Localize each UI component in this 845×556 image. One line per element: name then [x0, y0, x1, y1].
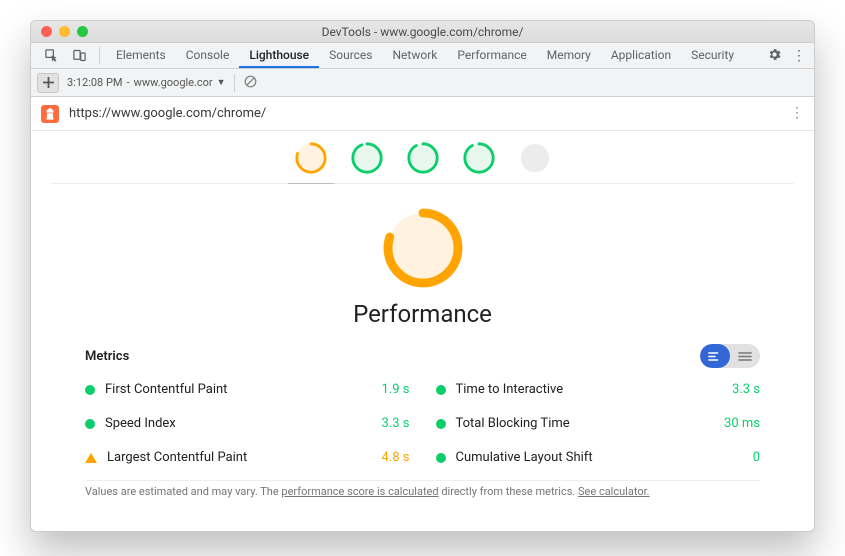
- pass-icon: [436, 385, 446, 395]
- metric-row: Total Blocking Time 30 ms: [436, 406, 761, 440]
- lighthouse-toolbar: 3:12:08 PM - www.google.cor ▼: [31, 69, 814, 97]
- metric-value: 3.3 s: [732, 382, 760, 397]
- metric-row: Time to Interactive 3.3 s: [436, 372, 761, 406]
- panel-tab-memory[interactable]: Memory: [537, 43, 601, 68]
- lighthouse-icon: [41, 105, 59, 123]
- metric-row: Cumulative Layout Shift 0: [436, 440, 761, 474]
- window-title: DevTools - www.google.com/chrome/: [31, 25, 814, 39]
- devtools-window: DevTools - www.google.com/chrome/ Elemen…: [30, 20, 815, 532]
- report-host: www.google.cor: [134, 76, 213, 89]
- panel-tab-network[interactable]: Network: [383, 43, 448, 68]
- score-nav-item[interactable]: 92: [406, 141, 440, 175]
- panel-tab-sources[interactable]: Sources: [319, 43, 382, 68]
- panel-tab-performance[interactable]: Performance: [447, 43, 536, 68]
- tabstrip: ElementsConsoleLighthouseSourcesNetworkP…: [31, 43, 814, 69]
- metric-value: 1.9 s: [382, 382, 410, 397]
- panel-tab-elements[interactable]: Elements: [106, 43, 176, 68]
- report-selector[interactable]: 3:12:08 PM - www.google.cor ▼: [67, 76, 226, 89]
- url-bar: https://www.google.com/chrome/ ⋮: [31, 97, 814, 131]
- settings-button[interactable]: [767, 47, 782, 65]
- category-hero: 80 Performance: [31, 184, 814, 336]
- metric-row: Largest Contentful Paint 4.8 s: [85, 440, 410, 474]
- pass-icon: [85, 385, 95, 395]
- score-nav: 80 94 92 92 PWA: [51, 131, 794, 184]
- panel-tab-console[interactable]: Console: [176, 43, 240, 68]
- report-menu-button[interactable]: ⋮: [790, 112, 804, 115]
- calc-link[interactable]: performance score is calculated: [281, 485, 438, 498]
- metrics-grid: First Contentful Paint 1.9 s Time to Inter…: [31, 368, 814, 480]
- panel-tab-lighthouse[interactable]: Lighthouse: [239, 43, 319, 68]
- panel-tab-security[interactable]: Security: [681, 43, 744, 68]
- toggle-compact-icon[interactable]: [730, 344, 760, 368]
- performance-gauge: 80: [381, 206, 465, 290]
- more-menu-button[interactable]: ⋮: [792, 48, 806, 64]
- clear-button[interactable]: [243, 74, 258, 92]
- score-nav-item[interactable]: PWA: [518, 141, 552, 175]
- report-body: 80 94 92 92 PWA 80 Performance Metrics: [31, 131, 814, 531]
- metric-name: Time to Interactive: [456, 382, 564, 397]
- metrics-view-toggle[interactable]: [700, 344, 760, 368]
- metric-value: 3.3 s: [382, 416, 410, 431]
- pass-icon: [436, 453, 446, 463]
- metric-value: 0: [753, 450, 760, 465]
- inspect-element-button[interactable]: [37, 43, 65, 68]
- report-time: 3:12:08 PM: [67, 76, 123, 89]
- score-nav-item[interactable]: 80: [294, 141, 328, 175]
- metric-value: 4.8 s: [382, 450, 410, 465]
- chevron-down-icon: ▼: [217, 77, 226, 88]
- panel-tab-application[interactable]: Application: [601, 43, 681, 68]
- pass-icon: [85, 419, 95, 429]
- metric-name: Largest Contentful Paint: [107, 450, 247, 465]
- panel-tabs: ElementsConsoleLighthouseSourcesNetworkP…: [106, 43, 767, 68]
- score-nav-item[interactable]: 94: [350, 141, 384, 175]
- new-report-button[interactable]: [37, 73, 59, 93]
- metric-name: First Contentful Paint: [105, 382, 227, 397]
- device-toolbar-button[interactable]: [65, 43, 93, 68]
- tested-url: https://www.google.com/chrome/: [69, 106, 266, 121]
- metric-name: Speed Index: [105, 416, 176, 431]
- metric-name: Total Blocking Time: [456, 416, 570, 431]
- pass-icon: [436, 419, 446, 429]
- toggle-expanded-icon[interactable]: [700, 344, 730, 368]
- metric-row: Speed Index 3.3 s: [85, 406, 410, 440]
- metric-name: Cumulative Layout Shift: [456, 450, 593, 465]
- warning-icon: [85, 453, 97, 463]
- category-title: Performance: [31, 300, 814, 328]
- see-calc-link[interactable]: See calculator.: [578, 485, 650, 498]
- metric-value: 30 ms: [724, 416, 760, 431]
- metrics-heading: Metrics: [85, 349, 129, 364]
- titlebar: DevTools - www.google.com/chrome/: [31, 21, 814, 43]
- score-nav-item[interactable]: 92: [462, 141, 496, 175]
- metrics-footnote: Values are estimated and may vary. The p…: [85, 480, 760, 512]
- metric-row: First Contentful Paint 1.9 s: [85, 372, 410, 406]
